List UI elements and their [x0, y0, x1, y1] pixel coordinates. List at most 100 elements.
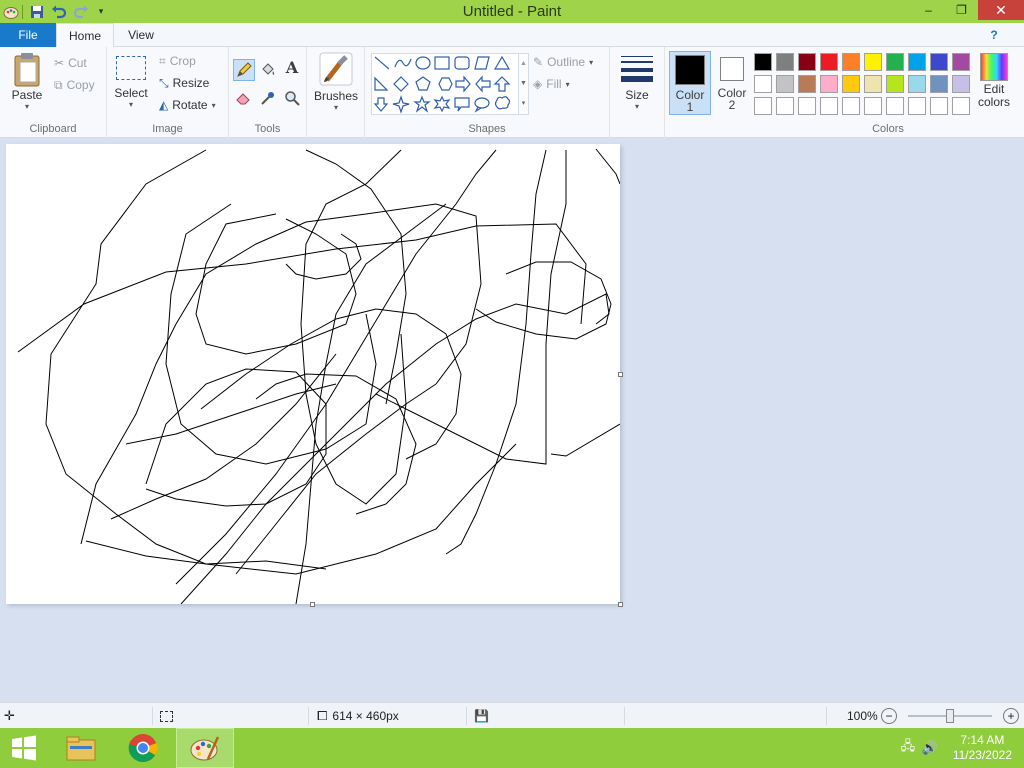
size-dropdown-icon[interactable]: ▾ — [635, 102, 639, 111]
palette-swatch[interactable] — [754, 53, 772, 71]
palette-swatch[interactable] — [930, 53, 948, 71]
tab-view[interactable]: View — [114, 23, 168, 47]
palette-swatch[interactable] — [864, 53, 882, 71]
color1-button[interactable]: Color 1 — [669, 51, 711, 115]
brushes-button[interactable]: Brushes ▾ — [313, 52, 359, 112]
tab-home[interactable]: Home — [56, 23, 114, 48]
zoom-in-button[interactable]: + — [1003, 703, 1019, 729]
tab-file[interactable]: File — [0, 23, 56, 47]
system-tray: 🖧 🔊 7:14 AM 11/23/2022 — [897, 728, 1024, 768]
canvas-workspace[interactable] — [0, 138, 1024, 702]
taskbar-chrome[interactable] — [118, 728, 168, 768]
shapes-group: ▲ ▼ ▾ ✎ Outline ▾ ◈ Fill ▾ Shapes — [365, 47, 610, 138]
zoom-level: 100% — [847, 709, 878, 723]
palette-swatch[interactable] — [776, 53, 794, 71]
palette-swatch[interactable] — [842, 75, 860, 93]
palette-swatch[interactable] — [798, 53, 816, 71]
start-button[interactable] — [0, 728, 48, 768]
palette-swatch[interactable] — [776, 75, 794, 93]
canvas-size: ⧠ 614 × 460px — [317, 703, 399, 729]
palette-swatch[interactable] — [952, 53, 970, 71]
palette-swatch[interactable] — [754, 97, 772, 115]
palette-swatch[interactable] — [952, 97, 970, 115]
rotate-button[interactable]: ◭ Rotate ▾ — [159, 96, 216, 114]
folder-icon — [66, 736, 96, 761]
brushes-group: Brushes ▾ — [307, 47, 365, 138]
cut-button[interactable]: ✂ Cut — [54, 54, 87, 72]
color-spectrum-icon — [980, 53, 1008, 81]
line-width-icon — [621, 54, 653, 84]
select-dropdown-icon[interactable]: ▾ — [129, 100, 133, 109]
palette-swatch[interactable] — [776, 97, 794, 115]
magnifier-tool[interactable] — [282, 88, 302, 108]
scroll-down-icon[interactable]: ▼ — [519, 74, 528, 94]
edit-colors-button[interactable]: Edit colors — [974, 53, 1014, 109]
shapes-gallery-scrollbar[interactable]: ▲ ▼ ▾ — [519, 53, 529, 115]
paste-dropdown-icon[interactable]: ▾ — [25, 102, 29, 111]
outline-button[interactable]: ✎ Outline ▾ — [533, 53, 593, 71]
clock[interactable]: 7:14 AM 11/23/2022 — [941, 733, 1024, 763]
palette-swatch[interactable] — [908, 75, 926, 93]
palette-swatch[interactable] — [908, 53, 926, 71]
palette-swatch[interactable] — [798, 75, 816, 93]
taskbar-file-explorer[interactable] — [56, 728, 106, 768]
minimize-button[interactable]: – — [912, 0, 945, 20]
pencil-tool[interactable] — [233, 59, 255, 81]
gallery-expand-icon[interactable]: ▾ — [519, 94, 528, 114]
outline-icon: ✎ — [533, 55, 544, 69]
palette-swatch[interactable] — [908, 97, 926, 115]
close-button[interactable]: ✕ — [978, 0, 1024, 20]
palette-swatch[interactable] — [930, 97, 948, 115]
zoom-out-button[interactable]: − — [881, 703, 897, 729]
color-picker-tool[interactable] — [258, 88, 278, 108]
restore-button[interactable]: ❐ — [945, 0, 978, 20]
taskbar-paint[interactable] — [176, 728, 234, 768]
canvas-resize-handle-corner[interactable] — [618, 602, 623, 607]
pencil-stroke — [145, 368, 327, 507]
drawing-canvas[interactable] — [6, 144, 620, 604]
paste-label: Paste — [11, 88, 43, 102]
canvas-resize-handle-bottom[interactable] — [310, 602, 315, 607]
palette-swatch[interactable] — [886, 75, 904, 93]
brushes-dropdown-icon[interactable]: ▾ — [334, 103, 338, 112]
palette-swatch[interactable] — [864, 97, 882, 115]
text-tool[interactable]: A — [282, 58, 302, 78]
palette-swatch[interactable] — [864, 75, 882, 93]
clipboard-group-label: Clipboard — [29, 123, 77, 135]
palette-swatch[interactable] — [820, 75, 838, 93]
pencil-stroke — [475, 261, 612, 340]
paste-button[interactable]: Paste ▾ — [8, 52, 46, 111]
palette-swatch[interactable] — [798, 97, 816, 115]
network-icon[interactable]: 🖧 — [897, 737, 919, 759]
palette-swatch[interactable] — [952, 75, 970, 93]
palette-swatch[interactable] — [886, 97, 904, 115]
resize-button[interactable]: ⤡ Resize — [159, 74, 209, 92]
eraser-tool[interactable] — [234, 88, 254, 108]
palette-swatch[interactable] — [930, 75, 948, 93]
select-button[interactable]: Select ▾ — [114, 56, 148, 109]
pencil-stroke — [80, 203, 482, 545]
copy-button[interactable]: ⧉ Copy — [54, 76, 95, 94]
scroll-up-icon[interactable]: ▲ — [519, 54, 528, 74]
palette-swatch[interactable] — [886, 53, 904, 71]
zoom-slider-thumb[interactable] — [946, 709, 954, 723]
window-title: Untitled - Paint — [462, 3, 562, 20]
pencil-stroke — [305, 149, 407, 405]
color2-button[interactable]: Color 2 — [713, 51, 751, 115]
palette-swatch[interactable] — [820, 97, 838, 115]
palette-swatch[interactable] — [842, 97, 860, 115]
rotate-dropdown-icon[interactable]: ▾ — [212, 101, 216, 110]
size-button[interactable]: Size ▾ — [618, 54, 656, 111]
crop-button[interactable]: ⌗ Crop — [159, 52, 196, 70]
volume-icon[interactable]: 🔊 — [919, 740, 941, 756]
palette-swatch[interactable] — [842, 53, 860, 71]
fill-button[interactable]: ◈ Fill ▾ — [533, 75, 570, 93]
palette-swatch[interactable] — [820, 53, 838, 71]
fill-dropdown-icon[interactable]: ▾ — [566, 80, 570, 89]
outline-dropdown-icon[interactable]: ▾ — [589, 58, 593, 67]
clipboard-icon — [14, 53, 40, 87]
help-button[interactable]: ? — [986, 27, 1002, 43]
canvas-resize-handle-right[interactable] — [618, 372, 623, 377]
palette-swatch[interactable] — [754, 75, 772, 93]
fill-tool[interactable] — [258, 60, 278, 80]
